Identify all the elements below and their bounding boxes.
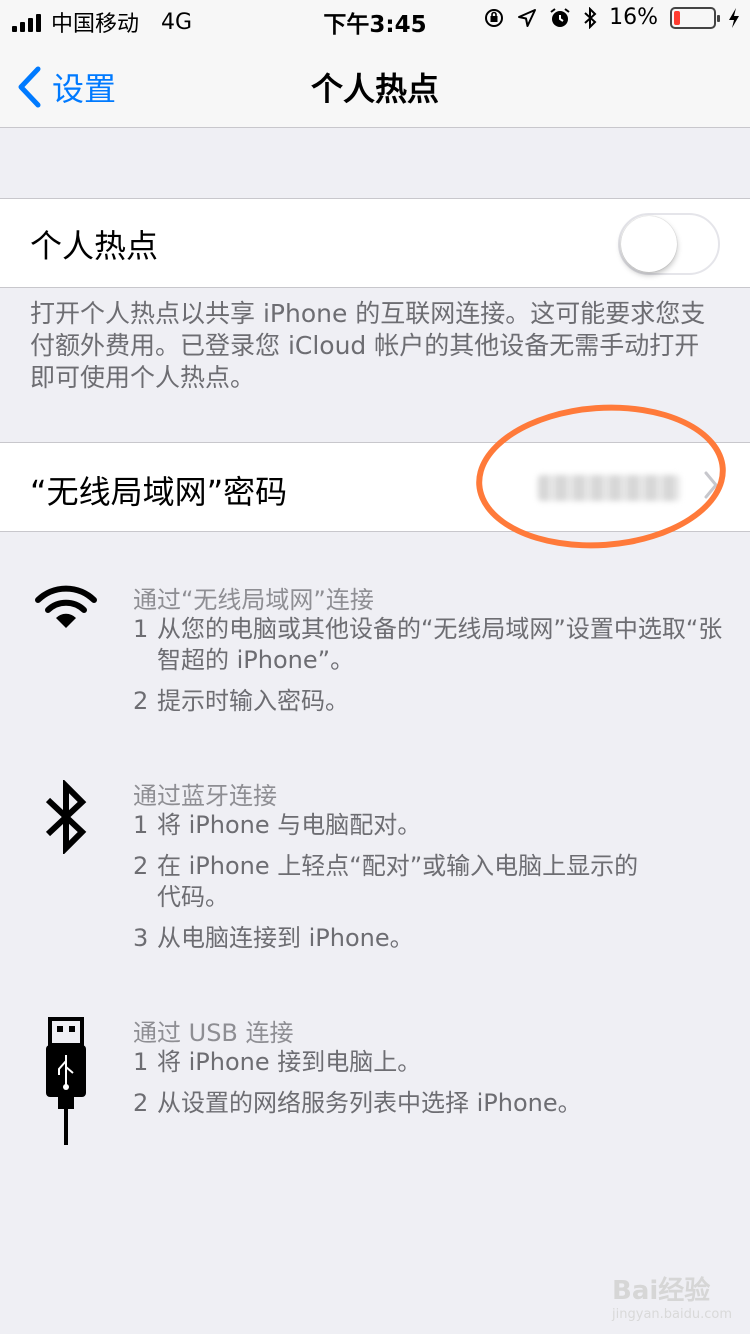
status-right: 16% xyxy=(483,5,740,30)
wifi-section-title: 通过“无线局域网”连接 xyxy=(133,586,374,614)
navigation-bar: 设置 个人热点 xyxy=(0,40,750,128)
list-item: 2 提示时输入密码。 xyxy=(133,686,723,717)
list-item: 1 将 iPhone 接到电脑上。 xyxy=(133,1047,723,1078)
toggle-knob xyxy=(621,216,677,272)
baidu-jingyan-watermark: Bai经验 jingyan.baidu.com xyxy=(612,1270,732,1322)
step-text: 在 iPhone 上轻点“配对”或输入电脑上显示的代码。 xyxy=(157,852,639,911)
page-title: 个人热点 xyxy=(310,70,439,108)
watermark-url: jingyan.baidu.com xyxy=(612,1307,732,1322)
status-bar: 中国移动 4G 下午3:45 16% xyxy=(0,0,750,40)
step-text: 从设置的网络服务列表中选择 iPhone。 xyxy=(157,1089,582,1117)
location-icon xyxy=(518,8,537,27)
step-text: 提示时输入密码。 xyxy=(157,687,349,715)
hotspot-toggle-cell: 个人热点 xyxy=(0,198,750,288)
step-text: 从电脑连接到 iPhone。 xyxy=(157,924,414,952)
bluetooth-section-title: 通过蓝牙连接 xyxy=(133,782,277,810)
step-number: 1 xyxy=(133,811,149,839)
step-number: 2 xyxy=(133,852,149,880)
battery-percent: 16% xyxy=(609,5,658,30)
usb-icon xyxy=(46,1017,86,1145)
wifi-password-label: “无线局域网”密码 xyxy=(30,473,288,511)
wifi-steps: 1 从您的电脑或其他设备的“无线局域网”设置中选取“张智超的 iPhone”。 … xyxy=(133,614,723,727)
step-number: 2 xyxy=(133,1089,149,1117)
bluetooth-steps: 1 将 iPhone 与电脑配对。 2 在 iPhone 上轻点“配对”或输入电… xyxy=(133,810,723,964)
highlight-circle-annotation xyxy=(471,396,731,557)
battery-icon xyxy=(670,6,720,29)
step-number: 3 xyxy=(133,924,149,952)
orientation-lock-icon xyxy=(485,8,504,27)
hotspot-label: 个人热点 xyxy=(30,227,159,265)
usb-instructions: 通过 USB 连接 1 将 iPhone 接到电脑上。 2 从设置的网络服务列表… xyxy=(0,1013,750,1153)
step-text: 将 iPhone 接到电脑上。 xyxy=(157,1048,422,1076)
wifi-icon xyxy=(35,585,97,628)
step-number: 2 xyxy=(133,687,149,715)
hotspot-toggle-switch[interactable] xyxy=(618,213,720,275)
step-number: 1 xyxy=(133,1048,149,1076)
watermark-brand: Bai经验 xyxy=(612,1276,711,1306)
battery-level-fill xyxy=(674,10,680,25)
step-number: 1 xyxy=(133,615,149,643)
list-item: 3 从电脑连接到 iPhone。 xyxy=(133,923,723,954)
alarm-icon xyxy=(550,7,570,27)
bluetooth-status-icon xyxy=(584,6,597,29)
usb-steps: 1 将 iPhone 接到电脑上。 2 从设置的网络服务列表中选择 iPhone… xyxy=(133,1047,723,1129)
list-item: 1 从您的电脑或其他设备的“无线局域网”设置中选取“张智超的 iPhone”。 xyxy=(133,614,723,676)
bluetooth-instructions: 通过蓝牙连接 1 将 iPhone 与电脑配对。 2 在 iPhone 上轻点“… xyxy=(0,776,750,966)
step-text: 将 iPhone 与电脑配对。 xyxy=(157,811,422,839)
list-item: 1 将 iPhone 与电脑配对。 xyxy=(133,810,723,841)
usb-section-title: 通过 USB 连接 xyxy=(133,1019,294,1047)
list-item: 2 在 iPhone 上轻点“配对”或输入电脑上显示的代码。 xyxy=(133,851,723,913)
bluetooth-icon xyxy=(45,780,87,854)
wifi-instructions: 通过“无线局域网”连接 1 从您的电脑或其他设备的“无线局域网”设置中选取“张智… xyxy=(0,580,750,720)
charging-bolt-icon xyxy=(729,7,739,28)
step-text: 从您的电脑或其他设备的“无线局域网”设置中选取“张智超的 iPhone”。 xyxy=(157,615,723,674)
list-item: 2 从设置的网络服务列表中选择 iPhone。 xyxy=(133,1088,723,1119)
hotspot-description: 打开个人热点以共享 iPhone 的互联网连接。这可能要求您支付额外费用。已登录… xyxy=(30,299,706,392)
